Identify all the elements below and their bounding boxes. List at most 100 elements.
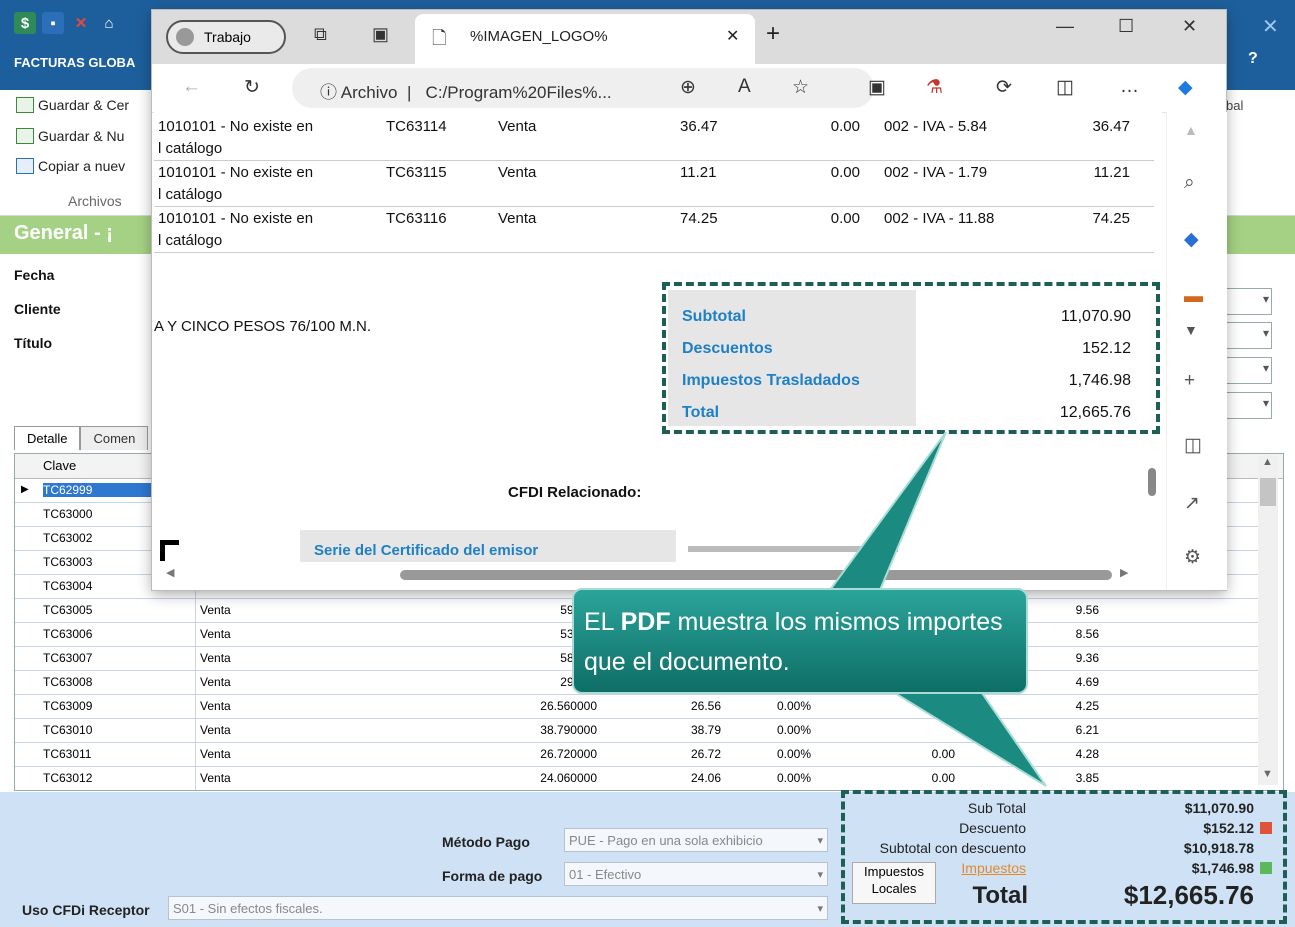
dropdown-4[interactable] [1226, 392, 1272, 419]
read-aloud-icon[interactable]: A [738, 76, 751, 98]
copilot-icon[interactable]: ◆ [1178, 76, 1193, 99]
dropdown-arrow-icon[interactable]: ▼ [1184, 322, 1198, 338]
delete-icon[interactable]: ✕ [70, 12, 92, 34]
edge-sidebar [1166, 112, 1227, 590]
grid-scroll-thumb[interactable] [1260, 478, 1276, 506]
grid-cell-n3[interactable]: 0.00% [731, 699, 811, 713]
workspaces-icon[interactable]: ⧉ [314, 24, 327, 45]
grid-cell-tipo[interactable]: Venta [195, 646, 480, 670]
external-link-icon[interactable]: ↗ [1184, 492, 1200, 515]
grid-cell-tipo[interactable]: Venta [195, 718, 480, 742]
grid-cell-clave[interactable]: TC63006 [43, 627, 191, 641]
grid-cell-clave[interactable]: TC63010 [43, 723, 191, 737]
app-close-icon[interactable]: ✕ [1262, 14, 1279, 39]
grid-cell-n3[interactable]: 0.00% [731, 771, 811, 785]
close-window-icon[interactable]: ✕ [1182, 16, 1197, 37]
pdf-scroll-up-icon[interactable]: ▲ [1184, 122, 1198, 138]
tab-detalle[interactable]: Detalle [14, 426, 81, 450]
table-row[interactable]: TC63010 Venta 38.790000 38.79 0.00% 6.21 [15, 718, 1265, 743]
profile-button[interactable]: Trabajo [166, 20, 286, 54]
save-new-button[interactable]: Guardar & Nu [16, 128, 124, 144]
toolbox-icon[interactable]: ▬ [1184, 286, 1203, 308]
favorite-star-icon[interactable]: ☆ [792, 76, 809, 99]
grid-cell-tipo[interactable]: Venta [195, 622, 480, 646]
grid-cell-n2[interactable]: 26.56 [611, 699, 721, 713]
grid-cell-clave[interactable]: TC63011 [43, 747, 191, 761]
sidebar-panel-icon[interactable]: ◫ [1184, 434, 1202, 457]
grid-cell-n2[interactable]: 26.72 [611, 747, 721, 761]
grid-cell-n3[interactable]: 0.00% [731, 723, 811, 737]
metodo-pago-select[interactable]: PUE - Pago en una sola exhibicio [564, 828, 828, 853]
pdf-row-divider [154, 252, 1154, 253]
pdf-item-amt: 11.21 [680, 164, 717, 181]
save-icon[interactable]: ▪ [42, 12, 64, 34]
refresh-icon[interactable]: ↻ [244, 76, 260, 99]
search-icon[interactable]: ⌕ [1184, 172, 1195, 194]
dropdown-1[interactable] [1226, 288, 1272, 315]
maximize-icon[interactable]: ☐ [1118, 16, 1134, 37]
pdf-vertical-scrollbar[interactable] [1148, 468, 1156, 496]
app-logo-icon: $ [14, 12, 36, 34]
scroll-left-icon[interactable]: ◀ [166, 566, 174, 579]
tag-icon[interactable]: ◆ [1184, 228, 1199, 251]
back-icon[interactable]: ← [182, 76, 201, 98]
callout-bubble: EL PDF muestra los mismos importes que e… [572, 588, 1028, 694]
address-url: C:/Program%20Files%... [425, 83, 612, 102]
table-row[interactable]: TC63011 Venta 26.720000 26.72 0.00% 0.00 4.28 [15, 742, 1265, 767]
grid-cell-tipo[interactable]: Venta [195, 766, 480, 790]
grid-cell-clave[interactable]: TC63007 [43, 651, 191, 665]
tab-close-icon[interactable]: ✕ [726, 26, 739, 46]
grid-cell-n3[interactable]: 0.00% [731, 747, 811, 761]
metodo-pago-label: Método Pago [442, 834, 530, 850]
dropdown-3[interactable] [1226, 357, 1272, 384]
trash-icon[interactable]: ⌂ [98, 12, 120, 34]
new-tab-icon[interactable]: + [766, 20, 780, 48]
pdf-item-tipo: Venta [498, 118, 537, 135]
help-icon[interactable]: ? [1248, 50, 1258, 68]
pdf-item-desc2: l catálogo [158, 232, 223, 249]
add-icon[interactable]: + [1184, 370, 1195, 392]
grid-cell-tipo[interactable]: Venta [195, 694, 480, 718]
profile-avatar-icon [176, 28, 194, 46]
grid-cell-tipo[interactable]: Venta [195, 670, 480, 694]
uso-cfdi-select[interactable]: S01 - Sin efectos fiscales. [168, 896, 828, 921]
grid-cell-n1[interactable]: 26.560000 [485, 699, 597, 713]
extension-icon[interactable]: ▣ [868, 76, 886, 99]
grid-cell-clave[interactable]: TC63005 [43, 603, 191, 617]
grid-cell-n1[interactable]: 38.790000 [485, 723, 597, 737]
tab-comentarios[interactable]: Comen [80, 426, 149, 450]
save-close-icon [16, 97, 34, 113]
grid-cell-clave[interactable]: TC63009 [43, 699, 191, 713]
grid-cell-tipo[interactable]: Venta [195, 742, 480, 766]
address-prefix: Archivo [340, 83, 398, 102]
forma-pago-select[interactable]: 01 - Efectivo [564, 862, 828, 887]
grid-cell-n2[interactable]: 38.79 [611, 723, 721, 737]
save-close-button[interactable]: Guardar & Cer [16, 97, 129, 113]
minimize-icon[interactable]: — [1056, 16, 1074, 37]
dropdown-2[interactable] [1226, 322, 1272, 349]
tab-actions-icon[interactable]: ▣ [372, 24, 389, 45]
scroll-right-icon[interactable]: ▶ [1120, 566, 1128, 579]
scroll-down-icon[interactable]: ▼ [1262, 768, 1273, 780]
grid-cell-n2[interactable]: 24.06 [611, 771, 721, 785]
split-screen-icon[interactable]: ◫ [1056, 76, 1074, 99]
copy-new-button[interactable]: Copiar a nuev [16, 158, 125, 174]
address-text: ⓘ Archivo | C:/Program%20Files%... [320, 78, 612, 103]
scroll-up-icon[interactable]: ▲ [1262, 456, 1273, 468]
settings-gear-icon[interactable]: ⚙ [1184, 546, 1201, 569]
grid-header-clave[interactable]: Clave [43, 458, 76, 473]
table-row[interactable]: TC63009 Venta 26.560000 26.56 0.00% 4.25 [15, 694, 1265, 719]
zoom-icon[interactable]: ⊕ [680, 76, 696, 99]
fecha-label: Fecha [14, 267, 55, 283]
grid-cell-clave[interactable]: TC63008 [43, 675, 191, 689]
grid-cell-clave[interactable]: TC63012 [43, 771, 191, 785]
flask-icon[interactable]: ⚗ [926, 76, 943, 99]
grid-cell-tipo[interactable]: Venta [195, 598, 480, 622]
grid-cell-n1[interactable]: 26.720000 [485, 747, 597, 761]
grid-cell-n1[interactable]: 24.060000 [485, 771, 597, 785]
save-new-label: Guardar & Nu [38, 128, 125, 144]
more-icon[interactable]: … [1120, 76, 1139, 98]
pdf-item-desc1: 1010101 - No existe en [158, 210, 314, 227]
puzzle-icon[interactable]: ⟳ [996, 76, 1012, 99]
table-row[interactable]: TC63012 Venta 24.060000 24.06 0.00% 0.00 3.85 [15, 766, 1265, 790]
